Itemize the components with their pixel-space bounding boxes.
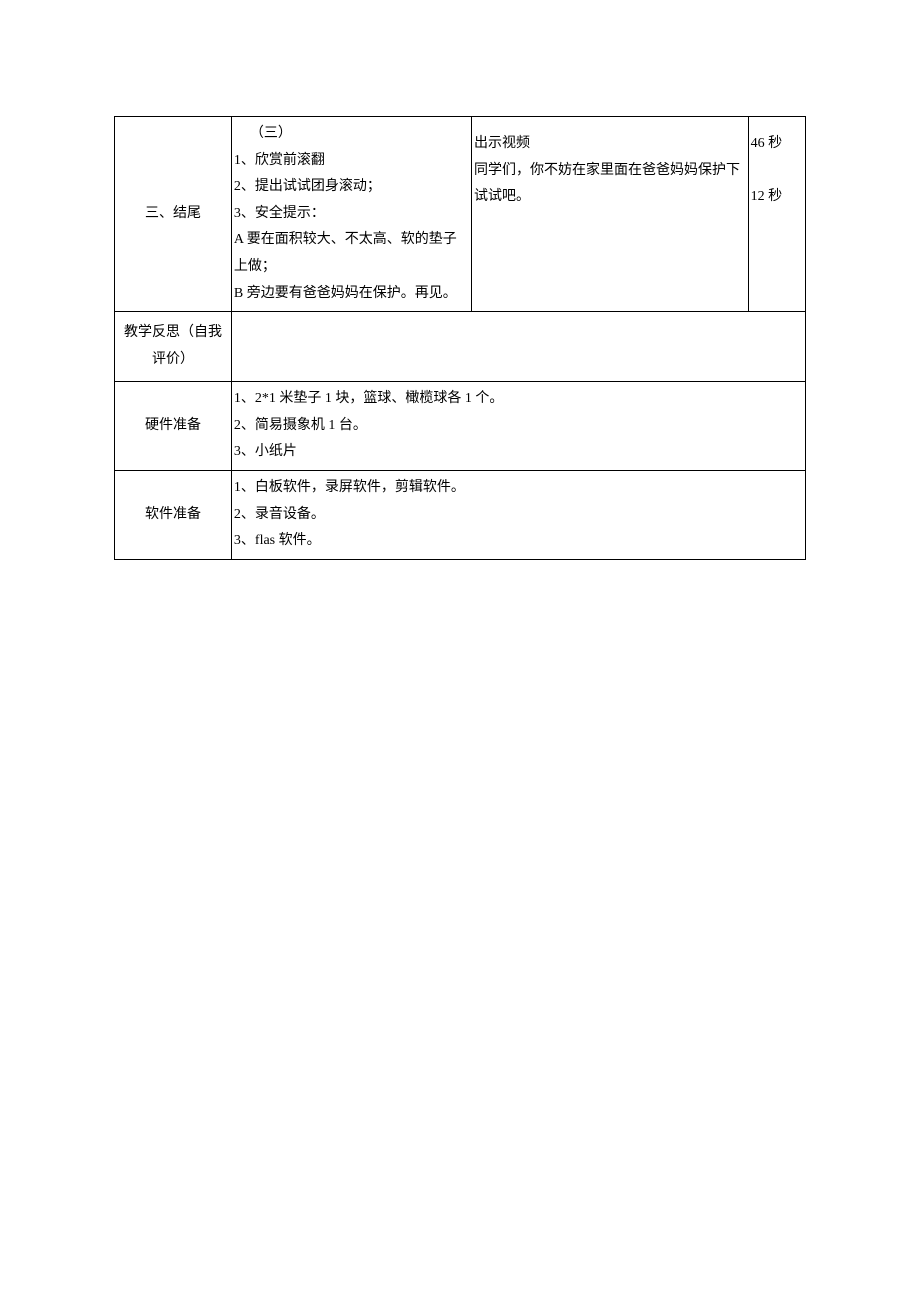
content-line: 1、2*1 米垫子 1 块，篮球、橄榄球各 1 个。 [234,386,803,413]
row-merged-content [231,312,805,382]
row-label: 三、结尾 [115,117,232,312]
time-line: 12 秒 [751,184,803,211]
table-row: 软件准备 1、白板软件，录屏软件，剪辑软件。 2、录音设备。 3、flas 软件… [115,470,806,559]
content-line: 3、小纸片 [234,439,803,466]
content-line: 3、安全提示： [234,201,469,228]
content-line: A 要在面积较大、不太高、软的垫子上做； [234,227,469,280]
table-row: 教学反思（自我评价） [115,312,806,382]
row-merged-content: 1、白板软件，录屏软件，剪辑软件。 2、录音设备。 3、flas 软件。 [231,470,805,559]
content-line: 2、提出试试团身滚动； [234,174,469,201]
content-line: 3、flas 软件。 [234,528,803,555]
row-merged-content: 1、2*1 米垫子 1 块，篮球、橄榄球各 1 个。 2、简易摄象机 1 台。 … [231,382,805,471]
content-line: 1、白板软件，录屏软件，剪辑软件。 [234,475,803,502]
row-content: （三） 1、欣赏前滚翻 2、提出试试团身滚动； 3、安全提示： A 要在面积较大… [231,117,471,312]
lesson-plan-table: 三、结尾 （三） 1、欣赏前滚翻 2、提出试试团身滚动； 3、安全提示： A 要… [114,116,806,560]
method-line: 出示视频 [474,131,746,158]
method-line: 同学们，你不妨在家里面在爸爸妈妈保护下试试吧。 [474,158,746,211]
content-line: 2、录音设备。 [234,502,803,529]
time-line [751,158,803,185]
row-time: 46 秒 12 秒 [748,117,805,312]
row-method: 出示视频 同学们，你不妨在家里面在爸爸妈妈保护下试试吧。 [471,117,748,312]
table-row: 硬件准备 1、2*1 米垫子 1 块，篮球、橄榄球各 1 个。 2、简易摄象机 … [115,382,806,471]
row-label: 软件准备 [115,470,232,559]
content-line: 2、简易摄象机 1 台。 [234,413,803,440]
table-row: 三、结尾 （三） 1、欣赏前滚翻 2、提出试试团身滚动； 3、安全提示： A 要… [115,117,806,312]
row-label: 教学反思（自我评价） [115,312,232,382]
content-line: 1、欣赏前滚翻 [234,148,469,175]
content-line: （三） [234,121,469,148]
content-line: B 旁边要有爸爸妈妈在保护。再见。 [234,281,469,308]
time-line: 46 秒 [751,131,803,158]
row-label: 硬件准备 [115,382,232,471]
